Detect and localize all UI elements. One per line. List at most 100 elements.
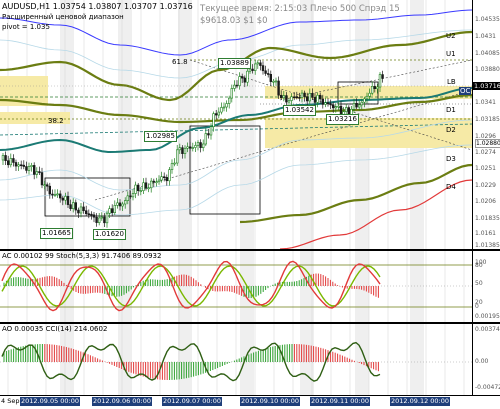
- candle-bear: [305, 96, 309, 102]
- candle-bull: [225, 103, 228, 108]
- level-price-box: 1.02880: [475, 139, 500, 148]
- candle-bull: [316, 94, 319, 103]
- candle-bull: [363, 98, 366, 103]
- candle-bull: [212, 113, 215, 127]
- candle-bull: [290, 96, 293, 101]
- candle-bear: [12, 158, 15, 163]
- candle-bear: [103, 216, 106, 224]
- candle-bull: [233, 84, 236, 89]
- candle-bull: [53, 194, 57, 196]
- time-axis-label: 2012.09.12 00:00: [390, 397, 451, 406]
- ac-stoch-panel[interactable]: AC 0.00102 99 Stoch(5,3,3) 91.7406 89.09…: [0, 251, 500, 322]
- candle-bear: [38, 171, 41, 173]
- candle-bear: [58, 193, 62, 199]
- candle-bear: [163, 176, 166, 178]
- candle-bear: [137, 184, 140, 192]
- price-tick: 1.03185: [475, 116, 500, 123]
- ac-axis-tick: 50: [475, 280, 483, 287]
- fib-382-label: 38.2: [48, 117, 64, 125]
- candle-bull: [168, 169, 171, 182]
- candle-bear: [6, 160, 10, 166]
- candle-bear: [87, 213, 91, 216]
- level-lb: LB: [447, 78, 456, 86]
- candle-bull: [121, 203, 124, 207]
- main-chart-panel[interactable]: AUDUSD,H1 1.03754 1.03807 1.03707 1.0371…: [0, 0, 500, 249]
- candle-bull: [360, 101, 363, 106]
- candle-bear: [61, 197, 65, 201]
- ao-plot-area[interactable]: AO 0.00035 CCI(14) 214.0602: [0, 324, 472, 395]
- candle-bear: [82, 206, 85, 212]
- candle-bear: [144, 182, 148, 189]
- candle-bear: [165, 177, 168, 182]
- candle-bull: [202, 143, 205, 148]
- candle-bull: [157, 179, 161, 183]
- candle-bear: [207, 133, 210, 136]
- candle-bull: [368, 92, 371, 97]
- price-tick: 1.0229: [475, 182, 496, 189]
- candle-bear: [215, 113, 218, 116]
- candle-bull: [191, 147, 194, 149]
- candle-bull: [370, 86, 374, 94]
- price-plot-area[interactable]: AUDUSD,H1 1.03754 1.03807 1.03707 1.0371…: [0, 0, 472, 249]
- weekend-band-1: [118, 251, 132, 322]
- candle-bull: [64, 196, 67, 201]
- candle-bull: [183, 147, 187, 154]
- candle-bear: [118, 202, 122, 207]
- candle-bull: [139, 190, 142, 192]
- time-axis[interactable]: 4 Sep 20122012.09.05 00:002012.09.06 00:…: [0, 395, 500, 409]
- current-price-box: 1.03716: [473, 82, 500, 90]
- candle-bull: [300, 92, 304, 98]
- candle-bear: [95, 216, 98, 223]
- level-u2: U2: [446, 32, 456, 40]
- candle-bull: [324, 102, 327, 105]
- candle-bull: [357, 104, 361, 108]
- candle-bull: [173, 162, 176, 165]
- candle-bear: [243, 77, 246, 83]
- candle-bull: [334, 106, 337, 109]
- level-d1: D1: [446, 106, 456, 114]
- candle-bull: [56, 193, 59, 196]
- candle-bull: [365, 95, 369, 100]
- ac-plot-area[interactable]: AC 0.00102 99 Stoch(5,3,3) 91.7406 89.09…: [0, 251, 472, 322]
- candle-bull: [204, 133, 207, 145]
- price-tick: 1.01385: [475, 242, 500, 249]
- candle-bull: [246, 70, 249, 83]
- ao-axis[interactable]: 0.00374 0.00 -0.00472: [472, 324, 500, 395]
- price-axis[interactable]: 1.045351.04311.040851.038801.03631.03411…: [472, 0, 500, 249]
- candle-bull: [222, 106, 226, 109]
- candle-bear: [269, 74, 272, 82]
- candle-bear: [48, 185, 52, 195]
- candle-bull: [186, 146, 189, 149]
- candle-bear: [25, 166, 28, 171]
- candle-bull: [113, 205, 117, 213]
- candle-bear: [22, 164, 25, 167]
- candle-bear: [331, 104, 335, 109]
- fib-618-label: 61.8: [172, 58, 188, 66]
- weekend-band-2: [178, 251, 192, 322]
- level-u1: U1: [446, 50, 456, 58]
- candle-bear: [251, 68, 254, 71]
- candle-bear: [189, 146, 192, 149]
- candle-bull: [150, 180, 153, 189]
- candle-bear: [292, 96, 296, 99]
- time-axis-label: 2012.09.07 00:00: [162, 397, 223, 406]
- candle-bear: [85, 210, 88, 215]
- candle-bear: [279, 94, 283, 99]
- candle-bull: [126, 195, 130, 201]
- candle-bull: [35, 171, 39, 175]
- candle-bear: [277, 80, 280, 96]
- candle-bull: [238, 76, 241, 86]
- high-price-label: 1.03889: [218, 58, 251, 69]
- ao-panel-label: AO 0.00035 CCI(14) 214.0602: [2, 325, 108, 333]
- ac-axis[interactable]: 100 80 50 20 0 0.00195: [472, 251, 500, 322]
- candle-bull: [272, 80, 275, 83]
- candle-bull: [308, 93, 311, 102]
- candle-bull: [147, 187, 150, 190]
- candle-bull: [79, 206, 83, 214]
- candle-bear: [19, 164, 23, 167]
- candle-bull: [248, 68, 252, 72]
- candle-bear: [40, 172, 44, 186]
- candle-bull: [1, 155, 5, 161]
- candle-bear: [51, 193, 54, 196]
- ao-cci-panel[interactable]: AO 0.00035 CCI(14) 214.0602 0.00374 0.00 -…: [0, 324, 500, 395]
